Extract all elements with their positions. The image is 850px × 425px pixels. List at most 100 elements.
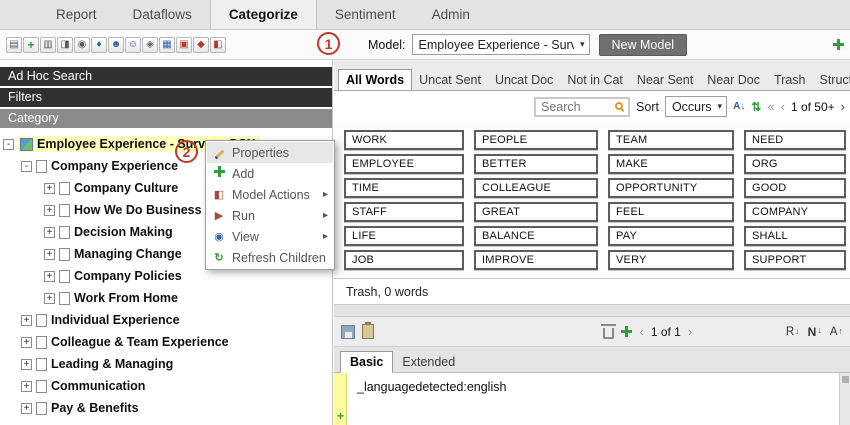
add-panel-icon[interactable]	[833, 39, 844, 50]
first-page-icon[interactable]: «	[767, 99, 774, 114]
panel-splitter[interactable]	[334, 304, 850, 317]
folder-icon[interactable]: ◨	[57, 37, 73, 53]
word-button[interactable]: JOB	[344, 250, 464, 270]
tab-uncat-doc[interactable]: Uncat Doc	[488, 70, 560, 90]
sort-select[interactable]: Occurs ▾	[665, 96, 727, 117]
menu-item-refresh-children[interactable]: ↻ Refresh Children	[207, 247, 333, 268]
tab-basic[interactable]: Basic	[340, 351, 393, 373]
add-row-icon[interactable]: +	[337, 411, 344, 421]
save-icon[interactable]	[341, 325, 355, 339]
tree-item[interactable]: + Work From Home	[0, 287, 332, 309]
sort-alpha-button[interactable]: A↑	[830, 326, 843, 338]
expand-icon[interactable]: +	[21, 359, 32, 370]
tree-item[interactable]: + Leading & Managing	[0, 353, 332, 375]
word-button[interactable]: ORG	[744, 154, 846, 174]
sort-az-icon[interactable]: A↓	[733, 101, 745, 112]
word-button[interactable]: OPPORTUNITY	[608, 178, 734, 198]
expand-icon[interactable]: +	[44, 249, 55, 260]
trash-icon[interactable]	[603, 328, 614, 339]
menu-item-add[interactable]: Add	[207, 163, 333, 184]
add-icon[interactable]: +	[23, 37, 39, 53]
expand-icon[interactable]: +	[21, 337, 32, 348]
collapse-icon[interactable]: -	[21, 161, 32, 172]
sidebar-section-adhoc-search[interactable]: Ad Hoc Search	[0, 67, 332, 86]
word-button[interactable]: COLLEAGUE	[474, 178, 598, 198]
word-button[interactable]: GOOD	[744, 178, 846, 198]
search-icon[interactable]	[615, 102, 623, 110]
collapse-icon[interactable]: -	[3, 139, 14, 150]
word-button[interactable]: TEAM	[608, 130, 734, 150]
tab-not-in-cat[interactable]: Not in Cat	[560, 70, 630, 90]
tree-item[interactable]: + Communication	[0, 375, 332, 397]
report-icon[interactable]: ▤	[6, 37, 22, 53]
word-button[interactable]: BALANCE	[474, 226, 598, 246]
word-button[interactable]: COMPANY	[744, 202, 846, 222]
editor-side-button[interactable]	[842, 376, 849, 383]
word-button[interactable]: PAY	[608, 226, 734, 246]
tab-near-doc[interactable]: Near Doc	[700, 70, 767, 90]
media-icon[interactable]: ▣	[176, 37, 192, 53]
menu-item-model-actions[interactable]: ◧ Model Actions ▸	[207, 184, 333, 205]
rule-editor[interactable]: + _languagedetected:english	[334, 373, 850, 425]
tree-item[interactable]: + Individual Experience	[0, 309, 332, 331]
tab-extended[interactable]: Extended	[393, 352, 464, 372]
expand-icon[interactable]: +	[44, 205, 55, 216]
expand-icon[interactable]: +	[44, 183, 55, 194]
word-button[interactable]: MAKE	[608, 154, 734, 174]
tab-report[interactable]: Report	[38, 0, 115, 29]
word-button[interactable]: BETTER	[474, 154, 598, 174]
word-button[interactable]: TIME	[344, 178, 464, 198]
paste-icon[interactable]	[362, 324, 374, 339]
next-page-icon[interactable]: ›	[688, 324, 692, 339]
tree-item[interactable]: + Colleague & Team Experience	[0, 331, 332, 353]
next-page-icon[interactable]: ›	[841, 99, 845, 114]
expand-icon[interactable]: +	[21, 315, 32, 326]
word-button[interactable]: WORK	[344, 130, 464, 150]
sidebar-section-category[interactable]: Category	[0, 109, 332, 128]
table-icon[interactable]: ▦	[159, 37, 175, 53]
word-button[interactable]: SUPPORT	[744, 250, 846, 270]
search-input[interactable]	[536, 100, 608, 114]
tab-dataflows[interactable]: Dataflows	[115, 0, 210, 29]
tab-trash[interactable]: Trash	[767, 70, 813, 90]
tree-item[interactable]: + Pay & Benefits	[0, 397, 332, 419]
expand-icon[interactable]: +	[44, 227, 55, 238]
prev-page-icon[interactable]: ‹	[781, 99, 785, 114]
sidebar-section-filters[interactable]: Filters	[0, 88, 332, 107]
hierarchy-icon[interactable]: ◈	[142, 37, 158, 53]
expand-icon[interactable]: +	[21, 403, 32, 414]
sort-updown-icon[interactable]: ⇅	[751, 100, 761, 114]
user-icon[interactable]: ☺	[125, 37, 141, 53]
editor-text[interactable]: _languagedetected:english	[357, 380, 506, 394]
tag-icon[interactable]: ♦	[91, 37, 107, 53]
menu-item-view[interactable]: ◉ View ▸	[207, 226, 333, 247]
word-button[interactable]: PEOPLE	[474, 130, 598, 150]
word-button[interactable]: EMPLOYEE	[344, 154, 464, 174]
add-icon[interactable]	[621, 326, 632, 337]
tab-sentiment[interactable]: Sentiment	[317, 0, 414, 29]
word-button[interactable]: NEED	[744, 130, 846, 150]
menu-item-run[interactable]: ▶ Run ▸	[207, 205, 333, 226]
tab-uncat-sent[interactable]: Uncat Sent	[412, 70, 488, 90]
expand-icon[interactable]: +	[21, 381, 32, 392]
tab-categorize[interactable]: Categorize	[210, 0, 317, 29]
menu-item-properties[interactable]: Properties	[207, 142, 333, 163]
word-button[interactable]: IMPROVE	[474, 250, 598, 270]
word-button[interactable]: SHALL	[744, 226, 846, 246]
word-button[interactable]: STAFF	[344, 202, 464, 222]
word-button[interactable]: FEEL	[608, 202, 734, 222]
copy-icon[interactable]: ▥	[40, 37, 56, 53]
expand-icon[interactable]: +	[44, 293, 55, 304]
chart-icon[interactable]: ◧	[210, 37, 226, 53]
prev-page-icon[interactable]: ‹	[639, 324, 643, 339]
sort-relevance-button[interactable]: R↓	[786, 326, 800, 338]
model-select[interactable]: Employee Experience - Surveys I ▾	[412, 34, 590, 55]
word-button[interactable]: GREAT	[474, 202, 598, 222]
tab-near-sent[interactable]: Near Sent	[630, 70, 700, 90]
camera-icon[interactable]: ◉	[74, 37, 90, 53]
users-icon[interactable]: ☻	[108, 37, 124, 53]
tab-all-words[interactable]: All Words	[338, 69, 412, 91]
word-button[interactable]: LIFE	[344, 226, 464, 246]
new-model-button[interactable]: New Model	[599, 34, 688, 56]
sort-name-button[interactable]: N↓	[808, 325, 822, 339]
